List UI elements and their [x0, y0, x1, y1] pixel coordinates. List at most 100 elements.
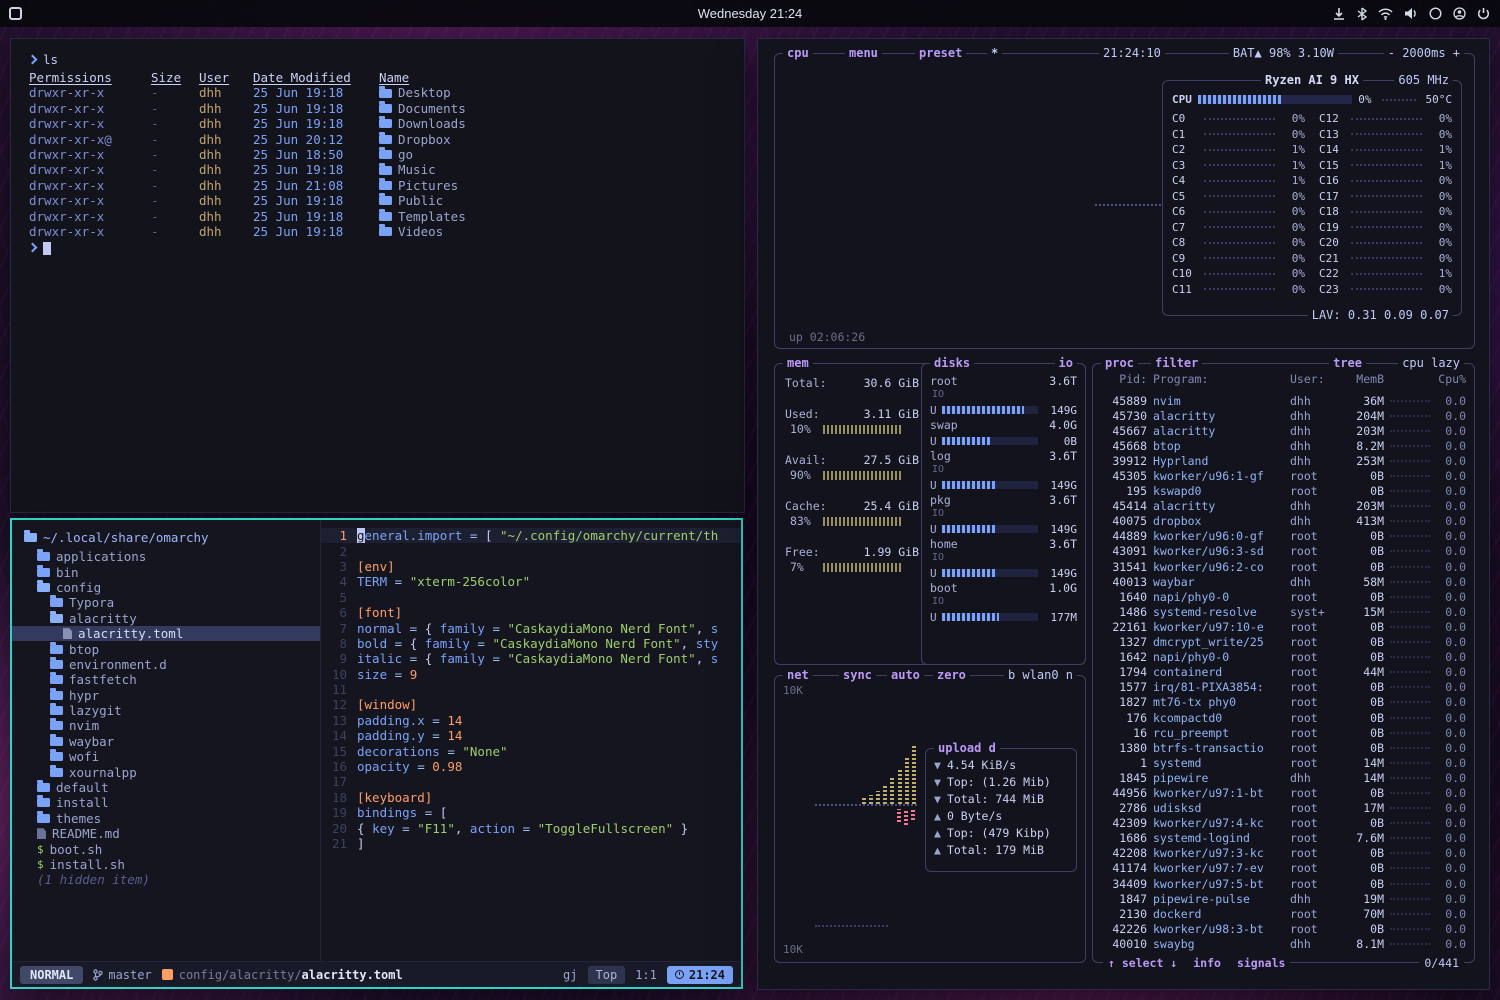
- tree-item-fastfetch[interactable]: fastfetch: [12, 672, 320, 687]
- code-line[interactable]: 12[window]: [321, 697, 741, 712]
- net-zero-toggle[interactable]: zero: [933, 668, 970, 683]
- process-row[interactable]: 40075dropboxdhh413M0.0: [1101, 514, 1466, 529]
- proc-filter-button[interactable]: filter: [1151, 356, 1202, 371]
- tree-item-config[interactable]: config: [12, 580, 320, 595]
- proc-info-button[interactable]: info: [1193, 956, 1221, 970]
- process-row[interactable]: 1327dmcrypt_write/25root0B0.0: [1101, 635, 1466, 650]
- code-editor[interactable]: 1general.import = [ "~/.config/omarchy/c…: [320, 520, 741, 961]
- code-line[interactable]: 20{ key = "F11", action = "ToggleFullscr…: [321, 820, 741, 835]
- process-row[interactable]: 1577irq/81-PIXA3854:root0B0.0: [1101, 680, 1466, 695]
- process-row[interactable]: 22161kworker/u97:10-eroot0B0.0: [1101, 619, 1466, 634]
- tree-item--1-hidden-item-[interactable]: (1 hidden item): [12, 872, 320, 887]
- tree-item-wofi[interactable]: wofi: [12, 749, 320, 764]
- code-line[interactable]: 21]: [321, 836, 741, 851]
- tree-item-bin[interactable]: bin: [12, 564, 320, 579]
- process-row[interactable]: 31541kworker/u96:2-coroot0B0.0: [1101, 559, 1466, 574]
- process-row[interactable]: 1642napi/phy0-0root0B0.0: [1101, 650, 1466, 665]
- process-row[interactable]: 45667alacrittydhh203M0.0: [1101, 423, 1466, 438]
- process-row[interactable]: 44889kworker/u96:0-gfroot0B0.0: [1101, 529, 1466, 544]
- tree-item-nvim[interactable]: nvim: [12, 718, 320, 733]
- code-line[interactable]: 15decorations = "None": [321, 743, 741, 758]
- tree-item-xournalpp[interactable]: xournalpp: [12, 764, 320, 779]
- code-line[interactable]: 2: [321, 543, 741, 558]
- process-row[interactable]: 1827mt76-tx phy0root0B0.0: [1101, 695, 1466, 710]
- tree-item-install[interactable]: install: [12, 795, 320, 810]
- file-row[interactable]: drwxr-xr-x-dhh25 Jun 21:08Pictures: [29, 178, 726, 193]
- process-row[interactable]: 2786udisksdroot17M0.0: [1101, 801, 1466, 816]
- code-line[interactable]: 13padding.x = 14: [321, 713, 741, 728]
- mem-box-title[interactable]: mem: [783, 356, 813, 371]
- tree-item-waybar[interactable]: waybar: [12, 734, 320, 749]
- process-row[interactable]: 41174kworker/u97:7-evroot0B0.0: [1101, 861, 1466, 876]
- proc-signals-button[interactable]: signals: [1237, 956, 1285, 970]
- process-row[interactable]: 2130dockerdroot70M0.0: [1101, 906, 1466, 921]
- tree-item-readme-md[interactable]: README.md: [12, 826, 320, 841]
- tree-item-applications[interactable]: applications: [12, 549, 320, 564]
- process-row[interactable]: 44956kworker/u97:1-btroot0B0.0: [1101, 785, 1466, 800]
- code-line[interactable]: 3[env]: [321, 559, 741, 574]
- net-sync-toggle[interactable]: sync: [839, 668, 876, 683]
- process-row[interactable]: 42208kworker/u97:3-kcroot0B0.0: [1101, 846, 1466, 861]
- code-line[interactable]: 1general.import = [ "~/.config/omarchy/c…: [321, 528, 741, 543]
- process-row[interactable]: 1486systemd-resolvesyst+15M0.0: [1101, 604, 1466, 619]
- process-row[interactable]: 1systemdroot14M0.0: [1101, 755, 1466, 770]
- code-line[interactable]: 17: [321, 774, 741, 789]
- process-row[interactable]: 45889nvimdhh36M0.0: [1101, 393, 1466, 408]
- tree-item-alacritty[interactable]: alacritty: [12, 611, 320, 626]
- code-line[interactable]: 8bold = { family = "CaskaydiaMono Nerd F…: [321, 636, 741, 651]
- tree-root-path[interactable]: ~/.local/share/omarchy: [12, 528, 320, 549]
- tree-item-alacritty-toml[interactable]: alacritty.toml: [12, 626, 320, 641]
- process-row[interactable]: 34409kworker/u97:5-btroot0B0.0: [1101, 876, 1466, 891]
- shell-prompt-line[interactable]: [29, 240, 726, 256]
- net-auto-toggle[interactable]: auto: [887, 668, 924, 683]
- process-row[interactable]: 42309kworker/u97:4-kcroot0B0.0: [1101, 816, 1466, 831]
- process-row[interactable]: 1640napi/phy0-0root0B0.0: [1101, 589, 1466, 604]
- process-row[interactable]: 1845pipewiredhh14M0.0: [1101, 770, 1466, 785]
- process-row[interactable]: 1847pipewire-pulsedhh19M0.0: [1101, 891, 1466, 906]
- proc-tree-toggle[interactable]: tree: [1329, 356, 1366, 371]
- tree-item-default[interactable]: default: [12, 780, 320, 795]
- code-line[interactable]: 9italic = { family = "CaskaydiaMono Nerd…: [321, 651, 741, 666]
- preset-button[interactable]: preset: [915, 46, 966, 61]
- editor-window[interactable]: ~/.local/share/omarchy applicationsbinco…: [10, 518, 743, 989]
- process-row[interactable]: 42226kworker/u98:3-btroot0B0.0: [1101, 921, 1466, 936]
- col-program[interactable]: Program:: [1153, 372, 1284, 386]
- proc-select-control[interactable]: ↑ select ↓: [1108, 956, 1177, 970]
- process-row[interactable]: 45730alacrittydhh204M0.0: [1101, 408, 1466, 423]
- tree-item-btop[interactable]: btop: [12, 641, 320, 656]
- code-line[interactable]: 16opacity = 0.98: [321, 759, 741, 774]
- file-row[interactable]: drwxr-xr-x-dhh25 Jun 19:18Downloads: [29, 116, 726, 131]
- update-interval-control[interactable]: - 2000ms +: [1384, 46, 1464, 61]
- tree-item-typora[interactable]: Typora: [12, 595, 320, 610]
- proc-box-title[interactable]: proc: [1101, 356, 1138, 371]
- file-row[interactable]: drwxr-xr-x-dhh25 Jun 18:50go: [29, 147, 726, 162]
- col-user[interactable]: User:: [1290, 372, 1334, 386]
- tree-item-environment-d[interactable]: environment.d: [12, 657, 320, 672]
- updates-icon[interactable]: [1332, 7, 1346, 21]
- disks-title[interactable]: disks: [930, 356, 974, 371]
- process-row[interactable]: 1794containerdroot44M0.0: [1101, 665, 1466, 680]
- code-line[interactable]: 10size = 9: [321, 667, 741, 682]
- code-line[interactable]: 18[keyboard]: [321, 790, 741, 805]
- file-row[interactable]: drwxr-xr-x-dhh25 Jun 19:18Templates: [29, 209, 726, 224]
- tree-item-install-sh[interactable]: $install.sh: [12, 857, 320, 872]
- process-row[interactable]: 176kcompactd0root0B0.0: [1101, 710, 1466, 725]
- bluetooth-icon[interactable]: [1357, 7, 1367, 21]
- file-row[interactable]: drwxr-xr-x-dhh25 Jun 19:18Music: [29, 162, 726, 177]
- disks-io-toggle[interactable]: io: [1055, 356, 1077, 371]
- user-icon[interactable]: [1453, 7, 1466, 20]
- volume-icon[interactable]: [1404, 7, 1418, 20]
- code-line[interactable]: 19bindings = [: [321, 805, 741, 820]
- file-row[interactable]: drwxr-xr-x-dhh25 Jun 19:18Public: [29, 193, 726, 208]
- tree-item-boot-sh[interactable]: $boot.sh: [12, 841, 320, 856]
- net-box-title[interactable]: net: [783, 668, 813, 683]
- power-icon[interactable]: [1477, 7, 1490, 20]
- process-row[interactable]: 43091kworker/u96:3-sdroot0B0.0: [1101, 544, 1466, 559]
- file-row[interactable]: drwxr-xr-x-dhh25 Jun 19:18Documents: [29, 101, 726, 116]
- process-row[interactable]: 1686systemd-logindroot7.6M0.0: [1101, 831, 1466, 846]
- proc-sort-selector[interactable]: cpu lazy: [1398, 356, 1464, 371]
- file-row[interactable]: drwxr-xr-x@-dhh25 Jun 20:12Dropbox: [29, 132, 726, 147]
- process-row[interactable]: 195kswapd0root0B0.0: [1101, 484, 1466, 499]
- tree-item-themes[interactable]: themes: [12, 811, 320, 826]
- process-row[interactable]: 16rcu_preemptroot0B0.0: [1101, 725, 1466, 740]
